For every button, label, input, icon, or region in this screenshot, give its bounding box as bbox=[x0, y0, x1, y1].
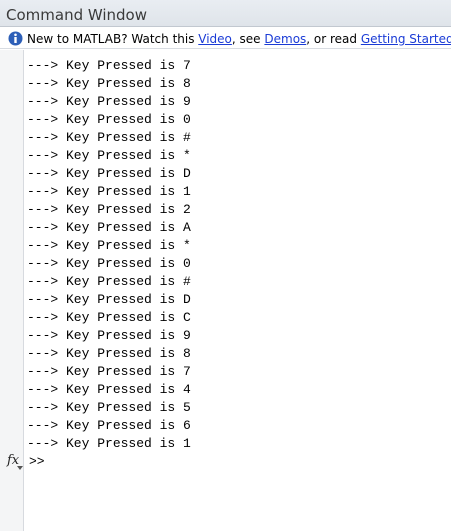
output-line: ---> Key Pressed is # bbox=[27, 130, 191, 145]
info-message: New to MATLAB? Watch this Video, see Dem… bbox=[27, 32, 451, 46]
getting-started-link[interactable]: Getting Started bbox=[361, 32, 451, 46]
window-titlebar[interactable]: Command Window bbox=[0, 0, 451, 27]
info-text-mid2: , or read bbox=[306, 32, 361, 46]
window-title: Command Window bbox=[6, 6, 148, 24]
output-line: ---> Key Pressed is A bbox=[27, 220, 191, 235]
output-line: ---> Key Pressed is 1 bbox=[27, 184, 191, 199]
info-text-before: New to MATLAB? Watch this bbox=[27, 32, 199, 46]
output-line: ---> Key Pressed is 9 bbox=[27, 94, 191, 109]
output-line: ---> Key Pressed is 0 bbox=[27, 112, 191, 127]
info-text-mid1: , see bbox=[231, 32, 265, 46]
output-line: ---> Key Pressed is 7 bbox=[27, 364, 191, 379]
output-line: ---> Key Pressed is 9 bbox=[27, 328, 191, 343]
output-line: ---> Key Pressed is 8 bbox=[27, 346, 191, 361]
output-line: ---> Key Pressed is 4 bbox=[27, 382, 191, 397]
output-line: ---> Key Pressed is D bbox=[27, 292, 191, 307]
output-line: ---> Key Pressed is 2 bbox=[27, 202, 191, 217]
output-line: ---> Key Pressed is 6 bbox=[27, 418, 191, 433]
output-line: ---> Key Pressed is 7 bbox=[27, 58, 191, 73]
output-line: ---> Key Pressed is 8 bbox=[27, 76, 191, 91]
command-prompt-row[interactable]: fx >> bbox=[0, 451, 451, 471]
command-window: Command Window New to MATLAB? Watch this… bbox=[0, 0, 451, 531]
output-line: ---> Key Pressed is * bbox=[27, 148, 191, 163]
info-icon bbox=[8, 31, 23, 46]
output-line: ---> Key Pressed is C bbox=[27, 310, 191, 325]
output-line: ---> Key Pressed is 5 bbox=[27, 400, 191, 415]
demos-link[interactable]: Demos bbox=[264, 32, 306, 46]
command-prompt[interactable]: >> bbox=[29, 454, 45, 469]
output-line: ---> Key Pressed is * bbox=[27, 238, 191, 253]
video-link[interactable]: Video bbox=[198, 32, 232, 46]
output-line: ---> Key Pressed is D bbox=[27, 166, 191, 181]
output-line: ---> Key Pressed is # bbox=[27, 274, 191, 289]
chevron-down-icon[interactable] bbox=[17, 466, 23, 470]
command-output[interactable]: ---> Key Pressed is 7 ---> Key Pressed is… bbox=[27, 57, 437, 453]
output-line: ---> Key Pressed is 0 bbox=[27, 256, 191, 271]
